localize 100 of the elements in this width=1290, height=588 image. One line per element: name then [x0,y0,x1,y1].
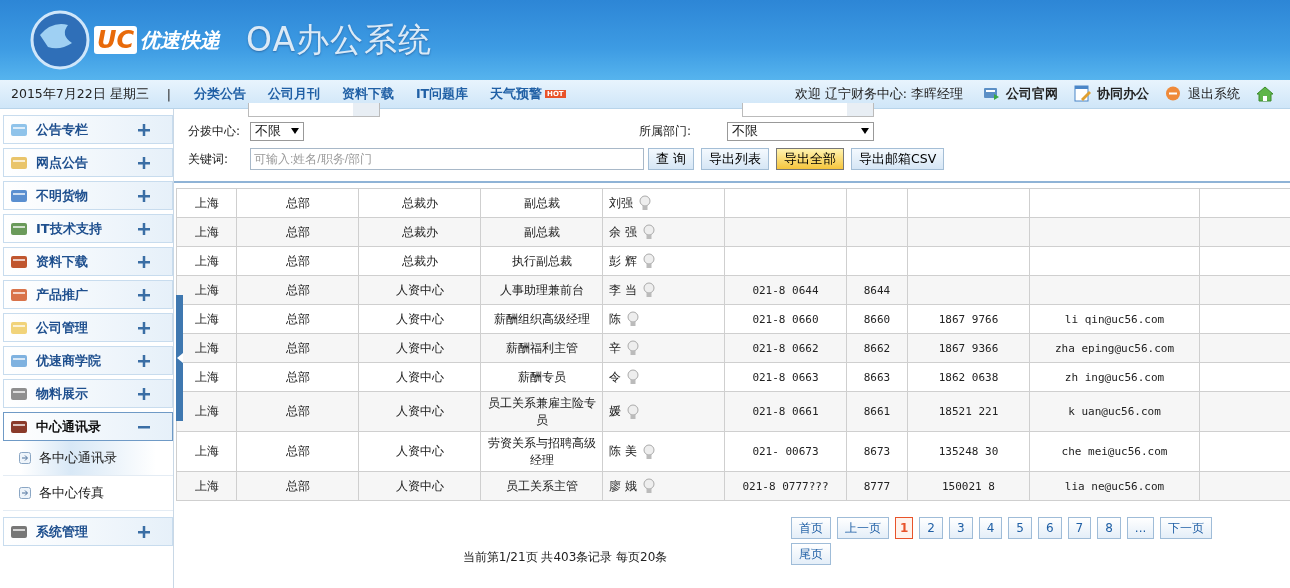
sidebar-menu-item[interactable]: IT技术支持 [3,214,173,243]
table-cell: 薪酬组织高级经理 [480,304,603,334]
sidebar-menu-item[interactable]: 产品推广 [3,280,173,309]
submenu-item[interactable]: 各中心通讯录 [3,441,173,476]
sidebar-menu-item[interactable]: 公告专栏 [3,115,173,144]
table-cell: 副总裁 [480,188,603,218]
table-cell: 人资中心 [358,431,481,472]
page-link[interactable]: 4 [978,517,1003,539]
welcome-text: 欢迎 辽宁财务中心: 李晖经理 [794,85,963,103]
table-cell: 8777 [846,471,908,501]
table-cell: 总部 [236,333,359,363]
table-cell: 人事助理兼前台 [480,275,603,305]
page-link[interactable]: 5 [1008,517,1032,539]
sidebar-menu-item[interactable]: 公司管理 [3,313,173,342]
collapse-handle[interactable] [176,295,183,421]
tile-icon [10,319,28,336]
table-cell: zha eping@uc56.com [1029,333,1200,363]
action-button[interactable]: 查 询 [648,148,694,170]
page-link[interactable]: 8 [1097,517,1121,539]
page-link[interactable]: 6 [1037,517,1062,539]
sidebar-menu-item[interactable]: 资料下载 [3,247,173,276]
page-link[interactable]: 下一页 [1160,517,1213,539]
lightbulb-icon [627,369,639,385]
lightbulb-icon [642,478,655,494]
page-link[interactable]: ... [1126,517,1155,539]
tile-icon [10,286,28,303]
table-cell: 150021 8 [907,471,1030,501]
nav-link[interactable]: 资料下载 [341,85,394,103]
table-cell: 8673 [846,431,908,472]
caret-icon [861,128,869,134]
nav-link[interactable]: 公司月刊 [267,85,320,103]
table-cell: 总部 [236,362,359,392]
action-button[interactable]: 导出全部 [776,148,844,170]
select-field[interactable] [248,103,380,117]
nav-link[interactable]: IT问题库 [415,85,469,103]
action-button[interactable]: 导出列表 [701,148,769,170]
nav-action-link[interactable]: 公司官网 [983,85,1058,103]
field-label: 所属部门: [639,122,693,140]
sidebar-menu-item[interactable]: 网点公告 [3,148,173,177]
tile-icon [10,253,28,270]
page-link[interactable]: 2 [919,517,943,539]
sidebar-menu-item[interactable]: 不明货物 [3,181,173,210]
page-link[interactable]: 上一页 [837,517,889,539]
table-cell: 上海 [176,188,237,218]
nav-action-link[interactable]: 协同办公 [1074,85,1149,103]
table-cell: 1867 9766 [907,304,1030,334]
name-text: 陈 美 [609,443,637,460]
dropdown[interactable]: 不限 [727,121,874,141]
nav-link[interactable]: 天气预警 [490,85,543,103]
logo-text: 优速快递 [140,26,221,54]
name-text: 辛 [609,339,621,357]
lightbulb-icon [627,403,639,420]
name-text: 令 [609,368,621,386]
table-cell: 劳资关系与招聘高级经理 [480,431,603,472]
sidebar-menu-item[interactable]: 系统管理 [3,517,173,546]
table-cell: 总部 [236,246,359,276]
arrow-box-icon [19,452,31,464]
sidebar-menu-item[interactable]: 优速商学院 [3,346,173,375]
submenu-item[interactable]: 各中心传真 [3,476,173,511]
keyword-field[interactable]: 可输入:姓名/职务/部门 [250,148,644,170]
table-cell: 薪酬福利主管 [480,333,603,363]
table-cell: 总部 [236,188,359,218]
lightbulb-icon [627,311,639,327]
table-cell: 135248 30 [907,431,1030,472]
sidebar-menu-item[interactable]: 物料展示 [3,379,173,408]
table-cell: 人资中心 [358,304,481,334]
action-button[interactable]: 导出邮箱CSV [851,148,945,170]
arrow-box-icon [19,487,31,499]
page-link[interactable]: 首页 [791,517,831,539]
field-label: 关键词: [188,150,230,168]
table-cell: 8644 [846,275,908,305]
tile-icon [10,385,28,402]
table-cell: 8661 [846,391,908,432]
table-cell: 021-8 0777??? [724,471,847,501]
window-icon [983,85,1001,103]
tile-icon [10,418,28,435]
dropdown[interactable]: 不限 [250,121,304,141]
tile-icon [10,220,28,237]
page-link[interactable]: 7 [1067,517,1092,539]
table-cell: 总裁办 [358,217,481,247]
page-link[interactable]: 尾页 [791,543,831,565]
lightbulb-icon [627,340,639,356]
tile-icon [10,154,28,171]
select-field[interactable] [742,103,874,117]
table-cell: 总部 [236,431,359,472]
page-link[interactable]: 3 [949,517,973,539]
nav-link[interactable]: 分类公告 [193,85,246,103]
table-cell: che mei@uc56.com [1029,431,1200,472]
table-cell: 总裁办 [358,188,481,218]
lightbulb-icon [642,253,655,269]
table-cell: 人资中心 [358,391,481,432]
plus-icon [138,156,150,169]
table-cell: 021-8 0662 [724,333,847,363]
nav-action-link[interactable]: 退出系统 [1165,85,1240,103]
tile-icon [10,523,28,540]
name-text: 余 强 [609,223,637,241]
home-link[interactable] [1256,85,1274,103]
table-cell: 021-8 0644 [724,275,847,305]
sidebar-menu-item[interactable]: 中心通讯录 [3,412,173,441]
field-label: 分拨中心: [188,122,242,140]
